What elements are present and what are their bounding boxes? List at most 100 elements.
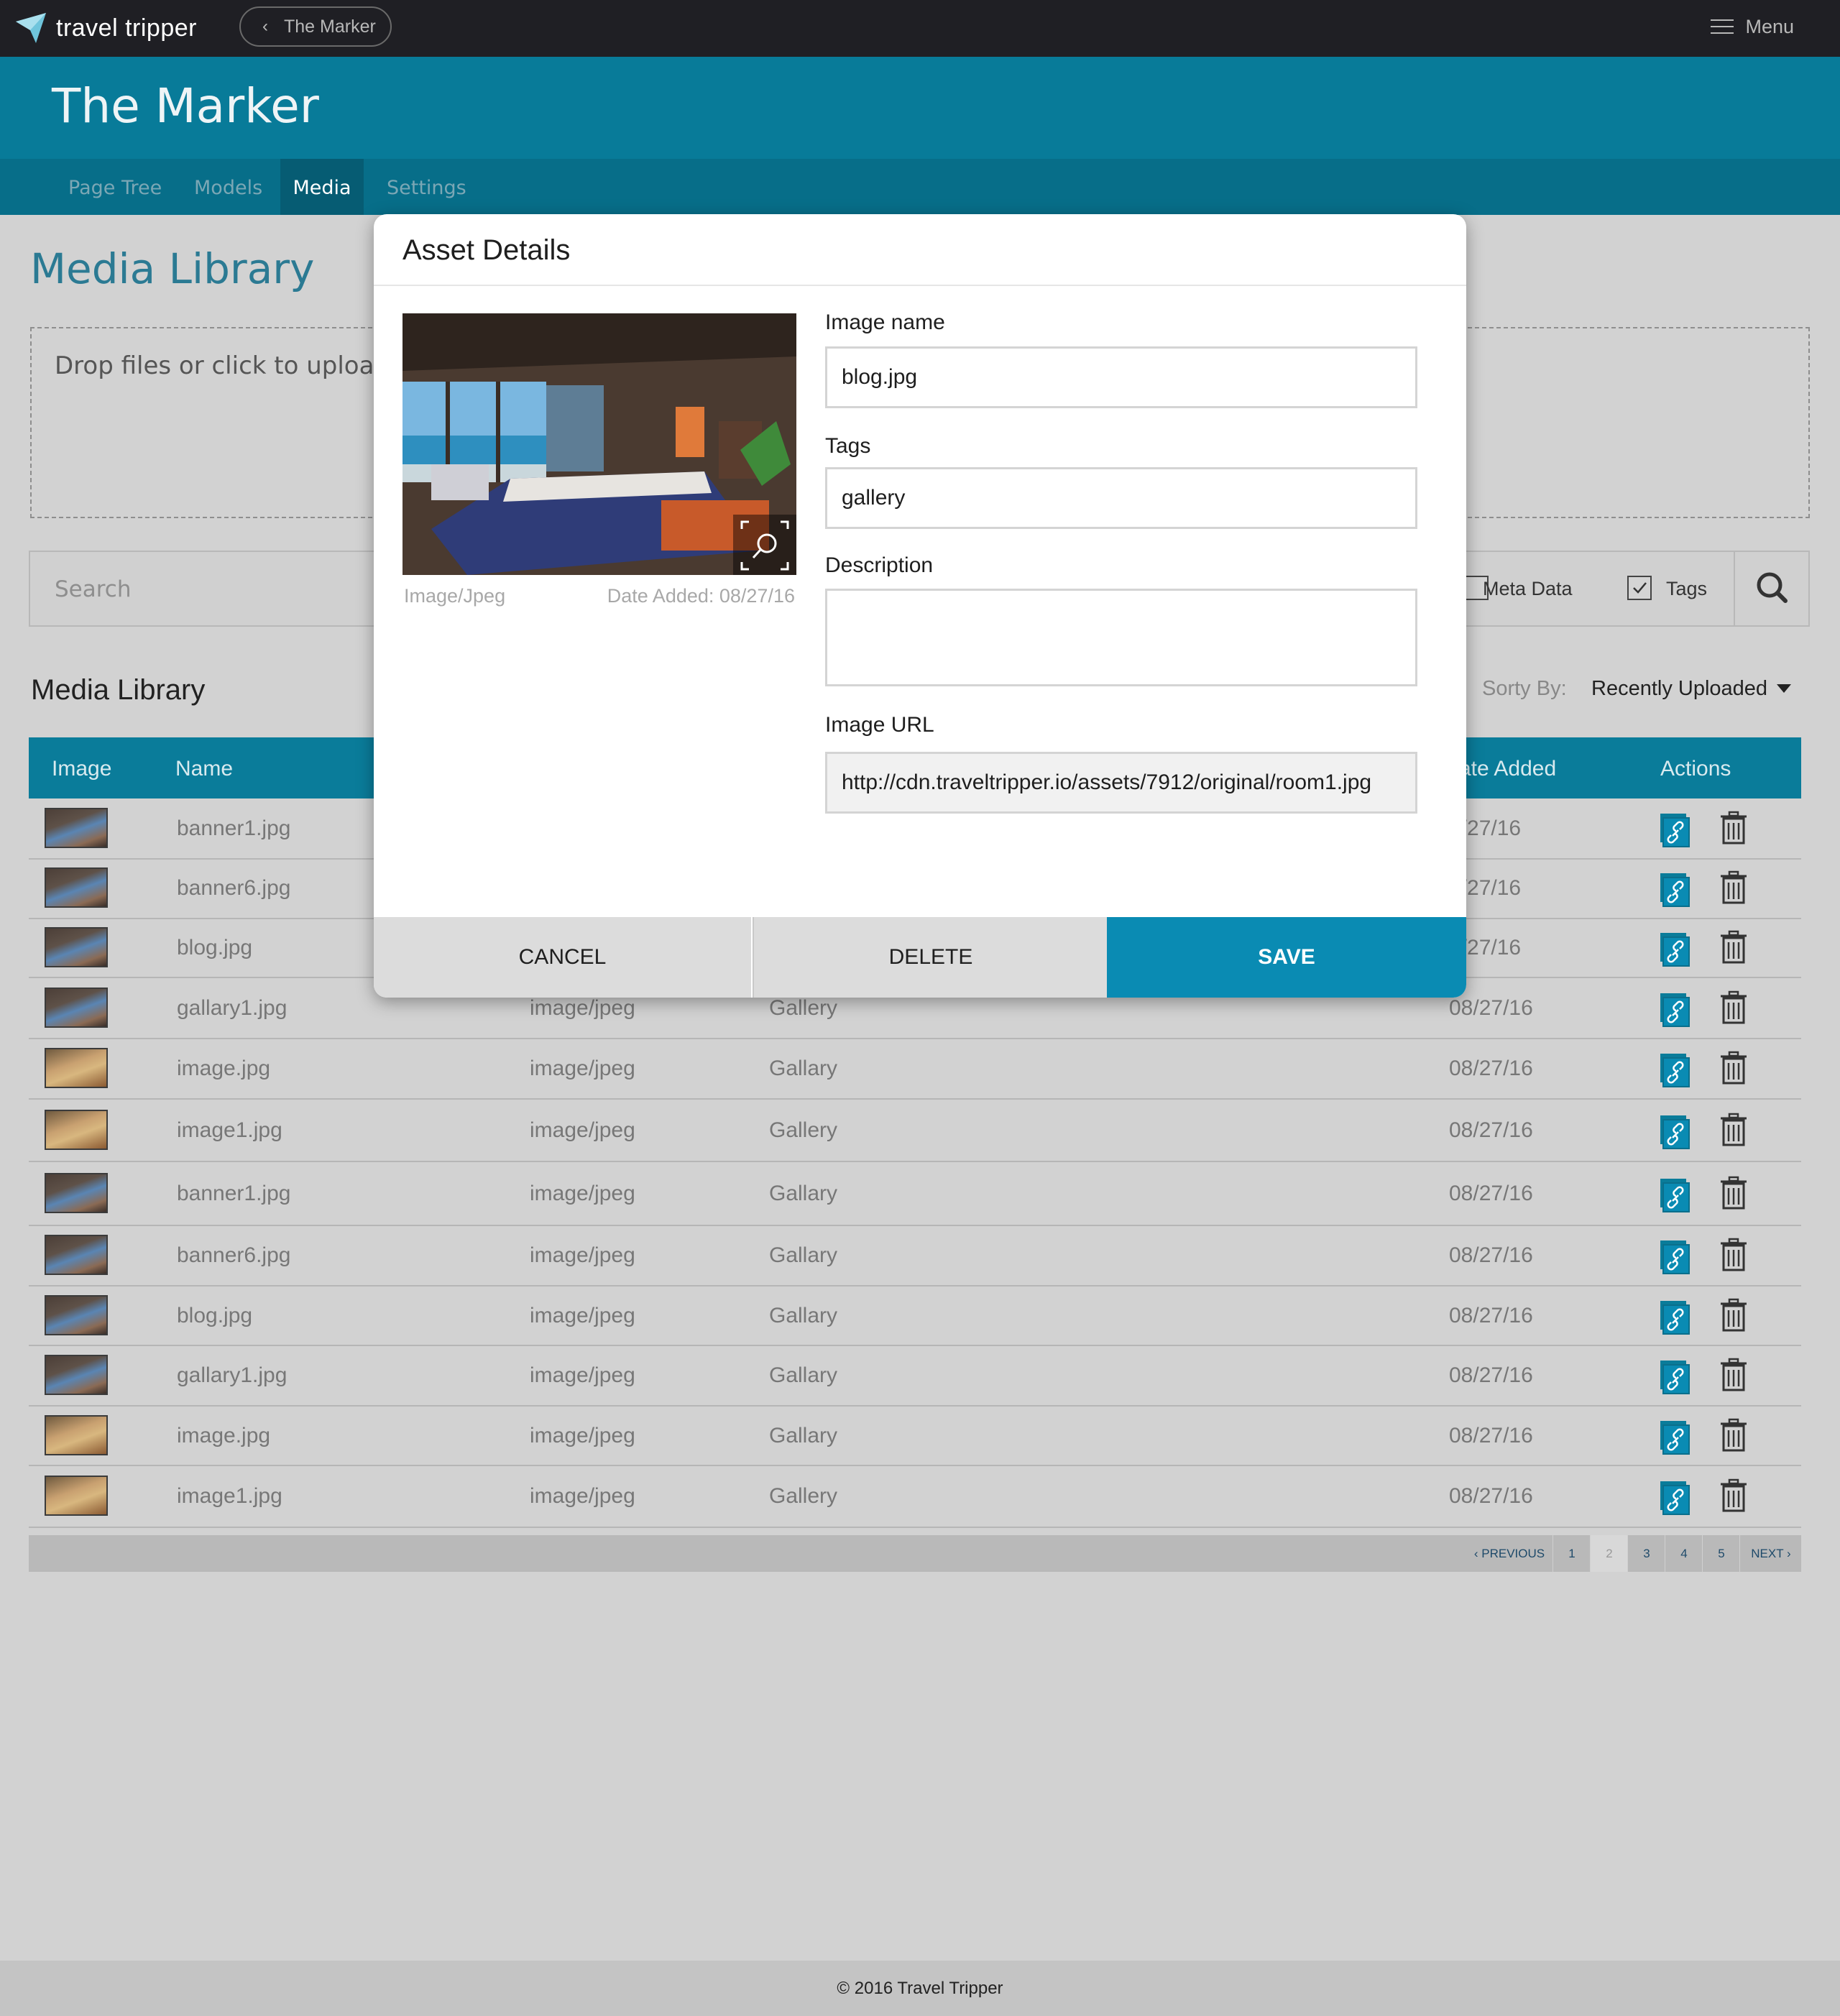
row-thumbnail[interactable] — [45, 1295, 108, 1335]
copy-link-icon[interactable] — [1659, 1301, 1690, 1335]
trash-icon[interactable] — [1719, 870, 1748, 905]
table-row[interactable]: image1.jpg image/jpeg Gallery 08/27/16 — [29, 1100, 1801, 1162]
copy-link-icon[interactable] — [1659, 1481, 1690, 1516]
copy-link-icon[interactable] — [1659, 933, 1690, 967]
trash-icon[interactable] — [1719, 1113, 1748, 1147]
menu-button[interactable]: Menu — [1711, 14, 1794, 39]
trash-icon[interactable] — [1719, 1478, 1748, 1513]
row-name: banner1.jpg — [177, 816, 291, 840]
trash-icon[interactable] — [1719, 1051, 1748, 1085]
row-thumbnail[interactable] — [45, 867, 108, 908]
hotel-room-photo — [402, 313, 796, 575]
modal-divider — [374, 285, 1466, 286]
trash-icon[interactable] — [1719, 1358, 1748, 1392]
pagination-page-1[interactable]: 1 — [1552, 1535, 1591, 1572]
row-type: image/jpeg — [530, 1057, 635, 1080]
copy-link-icon[interactable] — [1659, 1054, 1690, 1088]
pagination-next[interactable]: NEXT › — [1739, 1535, 1802, 1572]
image-url-label: Image URL — [825, 713, 934, 737]
column-header-date[interactable]: ate Added — [1459, 737, 1556, 801]
row-thumbnail[interactable] — [45, 1235, 108, 1275]
tab-settings[interactable]: Settings — [387, 159, 466, 215]
column-header-image: Image — [52, 757, 112, 781]
row-type: image/jpeg — [530, 996, 635, 1020]
copy-link-icon[interactable] — [1659, 1179, 1690, 1213]
copy-link-icon[interactable] — [1659, 1421, 1690, 1455]
row-date: 08/27/16 — [1449, 1118, 1533, 1142]
brand-logo[interactable]: travel tripper — [14, 10, 197, 46]
copy-link-icon[interactable] — [1659, 873, 1690, 908]
row-thumbnail[interactable] — [45, 1048, 108, 1088]
row-date: 08/27/16 — [1449, 1424, 1533, 1447]
row-thumbnail[interactable] — [45, 927, 108, 967]
asset-preview-image[interactable] — [402, 313, 796, 575]
paper-plane-icon — [16, 13, 46, 43]
copy-link-icon[interactable] — [1659, 1241, 1690, 1275]
table-row[interactable]: image.jpg image/jpeg Gallary 08/27/16 — [29, 1407, 1801, 1466]
tags-checkbox[interactable] — [1627, 576, 1652, 600]
row-date: 08/27/16 — [1449, 996, 1533, 1020]
table-row[interactable]: banner1.jpg image/jpeg Gallary 08/27/16 — [29, 1162, 1801, 1226]
table-row[interactable]: blog.jpg image/jpeg Gallary 08/27/16 — [29, 1287, 1801, 1346]
delete-button[interactable]: DELETE — [753, 917, 1108, 998]
chevron-left-icon: ‹ — [262, 17, 268, 36]
copy-link-icon[interactable] — [1659, 993, 1690, 1028]
column-header-name[interactable]: Name — [175, 737, 233, 801]
top-bar: travel tripper ‹ The Marker Menu — [0, 0, 1840, 57]
row-thumbnail[interactable] — [45, 1415, 108, 1455]
sort-dropdown[interactable]: Recently Uploaded — [1591, 677, 1767, 701]
trash-icon[interactable] — [1719, 1176, 1748, 1210]
copy-link-icon[interactable] — [1659, 1361, 1690, 1395]
row-thumbnail[interactable] — [45, 1110, 108, 1150]
row-tag: Gallery — [769, 1484, 838, 1508]
table-row[interactable]: banner6.jpg image/jpeg Gallary 08/27/16 — [29, 1226, 1801, 1287]
cancel-button[interactable]: CANCEL — [374, 917, 751, 998]
trash-icon[interactable] — [1719, 990, 1748, 1025]
row-thumbnail[interactable] — [45, 988, 108, 1028]
pagination-page-4[interactable]: 4 — [1665, 1535, 1703, 1572]
image-url-field[interactable] — [825, 752, 1417, 814]
meta-data-label: Meta Data — [1483, 578, 1573, 599]
row-thumbnail[interactable] — [45, 1173, 108, 1213]
column-header-actions: Actions — [1660, 757, 1731, 781]
search-input[interactable]: Search — [55, 576, 132, 602]
sort-label: Sorty By: — [1482, 677, 1567, 700]
row-date: 08/27/16 — [1449, 1363, 1533, 1387]
row-thumbnail[interactable] — [45, 808, 108, 848]
row-name: banner6.jpg — [177, 1243, 291, 1267]
row-thumbnail[interactable] — [45, 1476, 108, 1516]
trash-icon[interactable] — [1719, 1238, 1748, 1272]
trash-icon[interactable] — [1719, 930, 1748, 965]
caret-down-icon[interactable] — [1777, 684, 1791, 693]
tab-models[interactable]: Models — [194, 159, 262, 215]
copy-link-icon[interactable] — [1659, 814, 1690, 848]
tab-page-tree[interactable]: Page Tree — [68, 159, 162, 215]
trash-icon[interactable] — [1719, 811, 1748, 845]
copy-link-icon[interactable] — [1659, 1115, 1690, 1150]
section-title: Media Library — [31, 674, 206, 706]
site-title: The Marker — [52, 78, 319, 134]
search-button[interactable] — [1734, 552, 1808, 625]
save-button[interactable]: SAVE — [1107, 917, 1466, 998]
table-row[interactable]: image1.jpg image/jpeg Gallery 08/27/16 — [29, 1466, 1801, 1528]
table-row[interactable]: image.jpg image/jpeg Gallary 08/27/16 — [29, 1039, 1801, 1100]
back-to-site-button[interactable]: ‹ The Marker — [239, 6, 392, 47]
image-name-field[interactable] — [825, 346, 1417, 408]
table-row[interactable]: gallary1.jpg image/jpeg Gallary 08/27/16 — [29, 1346, 1801, 1407]
row-tag: Gallary — [769, 1424, 838, 1447]
row-date: 08/27/16 — [1449, 1243, 1533, 1267]
trash-icon[interactable] — [1719, 1418, 1748, 1453]
trash-icon[interactable] — [1719, 1298, 1748, 1333]
row-thumbnail[interactable] — [45, 1355, 108, 1395]
row-name: blog.jpg — [177, 936, 253, 959]
row-tag: Gallary — [769, 1182, 838, 1205]
pagination-page-3[interactable]: 3 — [1627, 1535, 1665, 1572]
description-field[interactable] — [825, 589, 1417, 686]
pagination-previous[interactable]: ‹ PREVIOUS — [1466, 1535, 1552, 1572]
asset-details-modal: Asset Details Image/Jpeg Date Added: 08/… — [374, 214, 1466, 998]
pagination-page-2[interactable]: 2 — [1590, 1535, 1628, 1572]
tab-media[interactable]: Media — [280, 159, 364, 215]
image-name-label: Image name — [825, 310, 945, 334]
pagination-page-5[interactable]: 5 — [1702, 1535, 1740, 1572]
tags-field[interactable] — [825, 467, 1417, 529]
